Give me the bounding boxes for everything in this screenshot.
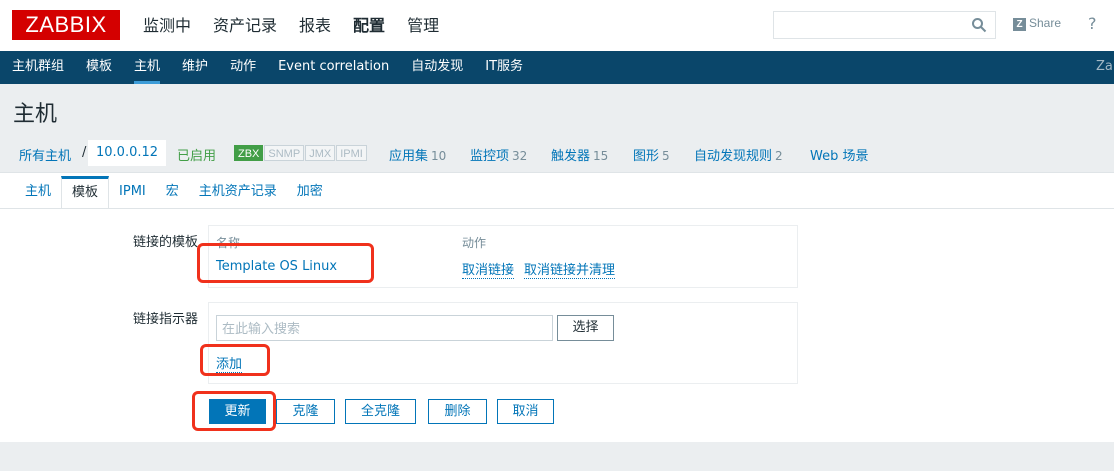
applications-link[interactable]: 应用集 10 <box>389 145 446 164</box>
menu-monitoring[interactable]: 监测中 <box>143 0 191 51</box>
search-input[interactable] <box>774 12 964 38</box>
subnav-maintenance[interactable]: 维护 <box>182 51 208 84</box>
menu-administration[interactable]: 管理 <box>407 0 439 51</box>
delete-button[interactable]: 删除 <box>428 399 487 424</box>
sub-navigation: 主机群组 模板 主机 维护 动作 Event correlation 自动发现 … <box>0 51 1114 84</box>
subnav-host-groups[interactable]: 主机群组 <box>12 51 64 84</box>
unlink-link[interactable]: 取消链接 <box>462 259 515 279</box>
subnav-event-correlation[interactable]: Event correlation <box>278 51 389 84</box>
items-count: 32 <box>512 149 528 163</box>
graphs-label: 图形 <box>633 149 660 164</box>
host-status-enabled[interactable]: 已启用 <box>177 145 216 164</box>
template-search-input[interactable] <box>216 315 553 341</box>
main-menu: 监测中 资产记录 报表 配置 管理 <box>143 0 439 51</box>
form-tabs: 主机 模板 IPMI 宏 主机资产记录 加密 <box>15 176 333 209</box>
graphs-link[interactable]: 图形 5 <box>633 145 670 164</box>
discovery-rules-count: 2 <box>775 149 783 163</box>
full-clone-button[interactable]: 全克隆 <box>345 399 416 424</box>
subnav-it-services[interactable]: IT服务 <box>485 51 523 84</box>
subnav-hosts[interactable]: 主机 <box>134 51 161 84</box>
clone-button[interactable]: 克隆 <box>276 399 335 424</box>
snmp-badge: SNMP <box>264 145 305 161</box>
items-link[interactable]: 监控项 32 <box>470 145 527 164</box>
top-header: ZABBIX 监测中 资产记录 报表 配置 管理 Z Share ? <box>0 0 1114 51</box>
highlight-annotation <box>197 243 374 283</box>
page-title: 主机 <box>13 102 58 127</box>
link-indicator-label: 链接指示器 <box>132 312 198 327</box>
tab-host[interactable]: 主机 <box>15 176 61 209</box>
highlight-annotation <box>200 344 270 376</box>
items-label: 监控项 <box>470 149 510 164</box>
applications-count: 10 <box>431 149 447 163</box>
column-action-header: 动作 <box>462 236 487 250</box>
discovery-rules-label: 自动发现规则 <box>694 149 773 164</box>
tab-templates[interactable]: 模板 <box>61 176 110 209</box>
share-label: Share <box>1029 16 1062 30</box>
menu-reports[interactable]: 报表 <box>299 0 331 51</box>
discovery-rules-link[interactable]: 自动发现规则 2 <box>694 145 783 164</box>
menu-inventory[interactable]: 资产记录 <box>213 0 277 51</box>
unlink-and-clear-link[interactable]: 取消链接并清理 <box>524 259 616 279</box>
share-icon: Z <box>1013 18 1026 31</box>
jmx-badge: JMX <box>305 145 336 161</box>
applications-label: 应用集 <box>389 149 429 164</box>
zbx-badge: ZBX <box>234 145 264 161</box>
current-host-link[interactable]: 10.0.0.12 <box>88 140 167 166</box>
triggers-label: 触发器 <box>551 149 591 164</box>
subnav-discovery[interactable]: 自动发现 <box>411 51 463 84</box>
cancel-button[interactable]: 取消 <box>497 399 554 424</box>
tab-encryption[interactable]: 加密 <box>287 176 333 209</box>
subnav-templates[interactable]: 模板 <box>86 51 112 84</box>
breadcrumb: 所有主机 / 10.0.0.12 已启用 ZBX SNMP JMX IPMI 应… <box>0 139 1114 168</box>
select-button[interactable]: 选择 <box>557 315 614 341</box>
tab-ipmi[interactable]: IPMI <box>109 176 156 209</box>
search-box <box>773 11 996 39</box>
graphs-count: 5 <box>662 149 670 163</box>
search-icon[interactable] <box>971 17 987 33</box>
zabbix-logo[interactable]: ZABBIX <box>12 10 120 40</box>
ipmi-badge: IPMI <box>336 145 367 161</box>
menu-configuration[interactable]: 配置 <box>353 0 385 51</box>
availability-badges: ZBX SNMP JMX IPMI <box>234 145 368 161</box>
share-link[interactable]: Z Share <box>1013 16 1061 31</box>
help-icon[interactable]: ? <box>1088 14 1097 33</box>
web-scenarios-link[interactable]: Web 场景 <box>810 145 868 164</box>
subnav-actions[interactable]: 动作 <box>230 51 256 84</box>
highlight-annotation <box>192 391 276 431</box>
triggers-count: 15 <box>593 149 609 163</box>
triggers-link[interactable]: 触发器 15 <box>551 145 608 164</box>
server-name: Zab <box>1096 59 1114 74</box>
linked-templates-label: 链接的模板 <box>132 235 198 250</box>
breadcrumb-separator: / <box>82 145 87 160</box>
all-hosts-link[interactable]: 所有主机 <box>19 145 71 164</box>
tab-divider <box>0 208 1114 209</box>
tab-inventory[interactable]: 主机资产记录 <box>189 176 287 209</box>
tab-macros[interactable]: 宏 <box>156 176 189 209</box>
